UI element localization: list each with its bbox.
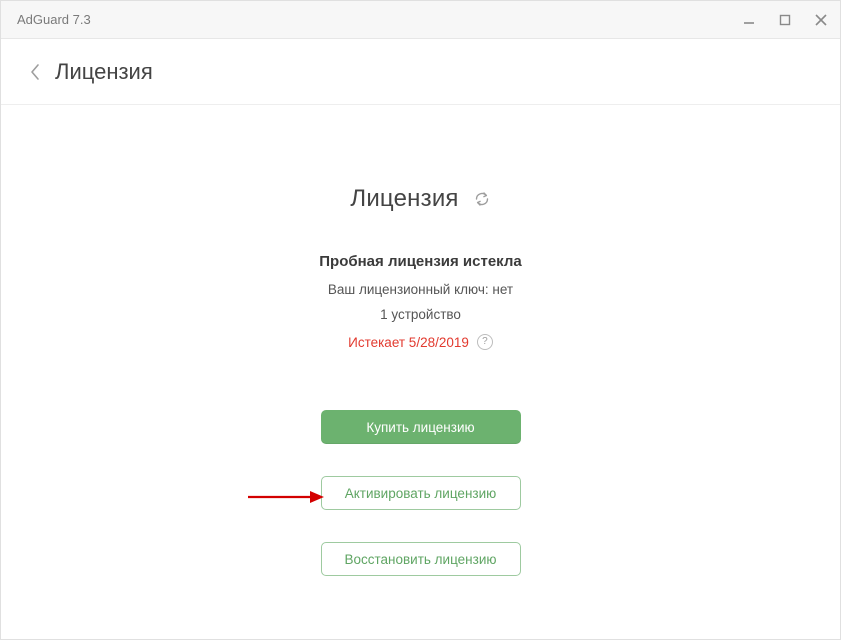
activate-license-button[interactable]: Активировать лицензию (321, 476, 521, 510)
refresh-icon[interactable] (473, 190, 491, 208)
button-stack: Купить лицензию Активировать лицензию Во… (321, 410, 521, 576)
window-title: AdGuard 7.3 (17, 12, 91, 27)
license-expiry: Истекает 5/28/2019 (348, 335, 469, 350)
license-expiry-row: Истекает 5/28/2019 ? (348, 334, 493, 350)
page-title: Лицензия (55, 59, 153, 85)
help-icon[interactable]: ? (477, 334, 493, 350)
license-key-line: Ваш лицензионный ключ: нет (328, 282, 513, 297)
maximize-icon[interactable] (778, 13, 792, 27)
minimize-icon[interactable] (742, 13, 756, 27)
close-icon[interactable] (814, 13, 828, 27)
section-title-row: Лицензия (350, 185, 490, 213)
license-device-line: 1 устройство (380, 307, 461, 322)
page-header: Лицензия (1, 39, 840, 105)
restore-license-button[interactable]: Восстановить лицензию (321, 542, 521, 576)
titlebar: AdGuard 7.3 (1, 1, 840, 39)
content-area: Лицензия Пробная лицензия истекла Ваш ли… (1, 105, 840, 576)
buy-license-button[interactable]: Купить лицензию (321, 410, 521, 444)
license-status-headline: Пробная лицензия истекла (319, 253, 521, 270)
back-button[interactable] (29, 63, 41, 81)
section-title: Лицензия (350, 185, 458, 213)
window-controls (742, 13, 828, 27)
